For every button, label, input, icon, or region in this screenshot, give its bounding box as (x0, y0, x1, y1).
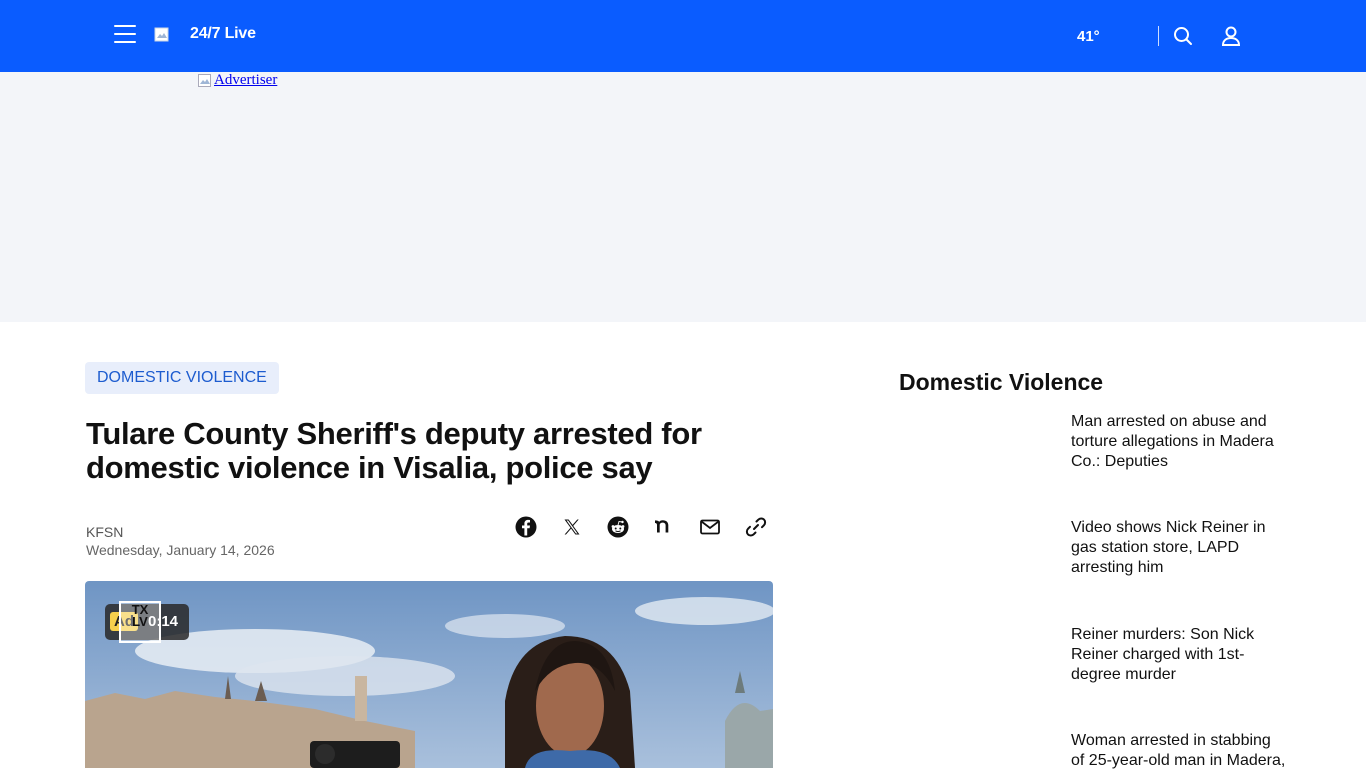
article-date: Wednesday, January 14, 2026 (86, 542, 275, 558)
article-headline: Tulare County Sheriff's deputy arrested … (86, 416, 702, 485)
email-icon[interactable] (698, 515, 722, 539)
nextdoor-icon[interactable] (652, 515, 676, 539)
sidebar-title: Domestic Violence (899, 369, 1104, 395)
brand-live-link[interactable]: 24/7 Live (190, 25, 256, 43)
article-source: KFSN (86, 524, 124, 540)
broken-image-icon (198, 73, 211, 87)
advertiser-video-logo: TX LV (119, 601, 161, 643)
advertiser-alt-text: Advertiser (214, 72, 278, 88)
sidebar-story-link[interactable]: Video shows Nick Reiner in gas station s… (1071, 518, 1286, 578)
reddit-icon[interactable] (606, 515, 630, 539)
hamburger-menu-button[interactable] (114, 25, 136, 45)
x-icon[interactable] (560, 515, 584, 539)
sidebar-story-link[interactable]: Reiner murders: Son Nick Reiner charged … (1071, 625, 1286, 685)
advertiser-link[interactable]: Advertiser (198, 72, 277, 89)
broken-logo-image-icon[interactable] (154, 27, 170, 43)
category-tag[interactable]: DOMESTIC VIOLENCE (85, 362, 279, 394)
search-icon[interactable] (1171, 24, 1195, 48)
advertisement-banner: Advertiser (0, 72, 1366, 322)
sidebar-story-link[interactable]: Woman arrested in stabbing of 25-year-ol… (1071, 731, 1286, 771)
top-navigation-bar: 24/7 Live 41° (0, 0, 1366, 72)
user-account-icon[interactable] (1219, 24, 1243, 48)
facebook-icon[interactable] (514, 515, 538, 539)
weather-temperature[interactable]: 41° (1077, 28, 1100, 45)
link-icon[interactable] (744, 515, 768, 539)
header-divider (1158, 26, 1159, 46)
sidebar-story-link[interactable]: Man arrested on abuse and torture allega… (1071, 412, 1286, 472)
